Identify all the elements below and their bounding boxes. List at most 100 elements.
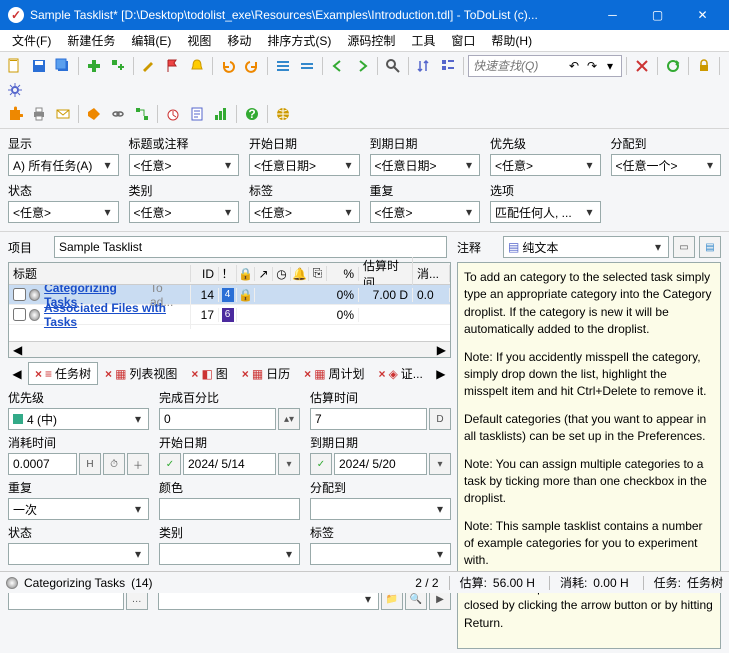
undo-icon[interactable] <box>217 55 239 77</box>
sort-icon[interactable] <box>413 55 435 77</box>
col-title[interactable]: 标题 <box>9 265 191 282</box>
menu-移动[interactable]: 移动 <box>219 30 259 51</box>
row-checkbox[interactable] <box>13 288 26 301</box>
menu-源码控制[interactable]: 源码控制 <box>339 30 403 51</box>
row-checkbox[interactable] <box>13 308 26 321</box>
add-task-icon[interactable] <box>83 55 105 77</box>
col-last[interactable]: 消... <box>413 265 450 282</box>
spinner-icon[interactable]: ▴▾ <box>278 408 300 430</box>
menu-视图[interactable]: 视图 <box>179 30 219 51</box>
close-icon[interactable]: × <box>105 367 112 381</box>
menu-工具[interactable]: 工具 <box>403 30 443 51</box>
filter-icon[interactable] <box>437 55 459 77</box>
filter-combo-标签[interactable]: <任意>▾ <box>249 201 360 223</box>
dependency-icon[interactable] <box>131 103 153 125</box>
task-table[interactable]: 标题 ID ！ 🔒 ↗ ◷ 🔔 ⎘ % 估算时间 消... Categorizi… <box>8 262 451 358</box>
menu-文件(F)[interactable]: 文件(F) <box>4 30 59 51</box>
start-cal-icon[interactable]: ▾ <box>278 453 300 475</box>
redo-icon[interactable] <box>241 55 263 77</box>
link-icon[interactable] <box>107 103 129 125</box>
help-icon[interactable]: ? <box>241 103 263 125</box>
view-tab-日历[interactable]: ×▦日历 <box>235 362 297 385</box>
quick-find-dd-icon[interactable]: ▾ <box>601 57 619 75</box>
menu-窗口[interactable]: 窗口 <box>443 30 483 51</box>
globe-icon[interactable] <box>272 103 294 125</box>
filter-combo-标题或注释[interactable]: <任意>▾ <box>129 154 240 176</box>
filter-combo-显示[interactable]: A) 所有任务(A)▾ <box>8 154 119 176</box>
view-tab-任务树[interactable]: ×≡任务树 <box>28 362 98 385</box>
spent-timer-icon[interactable]: ⏱ <box>103 453 125 475</box>
prev-icon[interactable] <box>327 55 349 77</box>
scroll-right-icon[interactable]: ▶ <box>433 343 450 357</box>
start-check[interactable]: ✓ <box>159 453 181 475</box>
filter-combo-到期日期[interactable]: <任意日期>▾ <box>370 154 481 176</box>
scroll-left-icon[interactable]: ◀ <box>9 343 26 357</box>
log-icon[interactable] <box>186 103 208 125</box>
quick-find-prev-icon[interactable]: ↶ <box>565 57 583 75</box>
delete-icon[interactable] <box>631 55 653 77</box>
puzzle-icon[interactable] <box>4 103 26 125</box>
status-combo[interactable]: ▾ <box>8 543 149 565</box>
close-icon[interactable]: × <box>35 367 42 381</box>
filter-combo-分配到[interactable]: <任意一个>▾ <box>611 154 722 176</box>
recur-combo[interactable]: 一次▾ <box>8 498 149 520</box>
print-icon[interactable] <box>28 103 50 125</box>
spent-unit[interactable]: H <box>79 453 101 475</box>
find-icon[interactable] <box>382 55 404 77</box>
view-tab-证...[interactable]: ×◈证... <box>372 362 430 385</box>
save-all-icon[interactable] <box>52 55 74 77</box>
close-icon[interactable]: × <box>191 367 198 381</box>
col-excl[interactable]: ！ <box>219 265 237 282</box>
close-icon[interactable]: × <box>379 367 386 381</box>
bell-icon[interactable] <box>186 55 208 77</box>
notes-format-combo[interactable]: ▤ 纯文本 ▾ <box>503 236 669 258</box>
priority-combo[interactable]: 4 (中)▾ <box>8 408 149 430</box>
tab-prev-icon[interactable]: ◀ <box>8 367 26 381</box>
project-input[interactable] <box>54 236 447 258</box>
col-link[interactable]: ⎘ <box>309 266 327 281</box>
assign-combo[interactable]: ▾ <box>310 498 451 520</box>
refresh-icon[interactable] <box>662 55 684 77</box>
view-tab-图[interactable]: ×◧图 <box>184 362 234 385</box>
menu-排序方式(S)[interactable]: 排序方式(S) <box>259 30 339 51</box>
notes-btn-1[interactable]: ▭ <box>673 236 695 258</box>
due-check[interactable]: ✓ <box>310 453 332 475</box>
col-clock[interactable]: ◷ <box>273 267 291 281</box>
settings-icon[interactable] <box>4 79 26 101</box>
mail-icon[interactable] <box>52 103 74 125</box>
quick-find[interactable]: ↶ ↷ ▾ <box>468 55 622 77</box>
menu-帮助(H)[interactable]: 帮助(H) <box>483 30 540 51</box>
col-pct[interactable]: % <box>327 267 359 281</box>
tags-combo[interactable]: ▾ <box>310 543 451 565</box>
filter-combo-优先级[interactable]: <任意>▾ <box>490 154 601 176</box>
view-tab-周计划[interactable]: ×▦周计划 <box>297 362 371 385</box>
timer-icon[interactable] <box>162 103 184 125</box>
quick-find-next-icon[interactable]: ↷ <box>583 57 601 75</box>
filter-combo-状态[interactable]: <任意>▾ <box>8 201 119 223</box>
edit-icon[interactable] <box>138 55 160 77</box>
col-bell[interactable]: 🔔 <box>291 267 309 281</box>
col-lock[interactable]: 🔒 <box>237 267 255 281</box>
spent-add-icon[interactable]: ＋ <box>127 453 149 475</box>
table-row[interactable]: Associated Files with Tasks1760% <box>9 305 450 325</box>
view-tab-列表视图[interactable]: ×▦列表视图 <box>98 362 184 385</box>
new-file-icon[interactable] <box>4 55 26 77</box>
notes-btn-2[interactable]: ▤ <box>699 236 721 258</box>
filter-combo-重复[interactable]: <任意>▾ <box>370 201 481 223</box>
tag-icon[interactable] <box>83 103 105 125</box>
add-subtask-icon[interactable] <box>107 55 129 77</box>
minimize-button[interactable]: ─ <box>590 0 635 30</box>
filter-combo-类别[interactable]: <任意>▾ <box>129 201 240 223</box>
est-unit[interactable]: D <box>429 408 451 430</box>
col-arrow[interactable]: ↗ <box>255 267 273 281</box>
due-cal-icon[interactable]: ▾ <box>429 453 451 475</box>
menu-新建任务[interactable]: 新建任务 <box>59 30 123 51</box>
expand-icon[interactable] <box>272 55 294 77</box>
close-button[interactable]: ✕ <box>680 0 725 30</box>
flag-icon[interactable] <box>162 55 184 77</box>
pct-input[interactable]: 0 <box>159 408 276 430</box>
lock-icon[interactable] <box>693 55 715 77</box>
due-input[interactable]: 2024/ 5/20 <box>334 453 427 475</box>
color-combo[interactable]: 样本文字 <box>159 498 300 520</box>
start-input[interactable]: 2024/ 5/14 <box>183 453 276 475</box>
